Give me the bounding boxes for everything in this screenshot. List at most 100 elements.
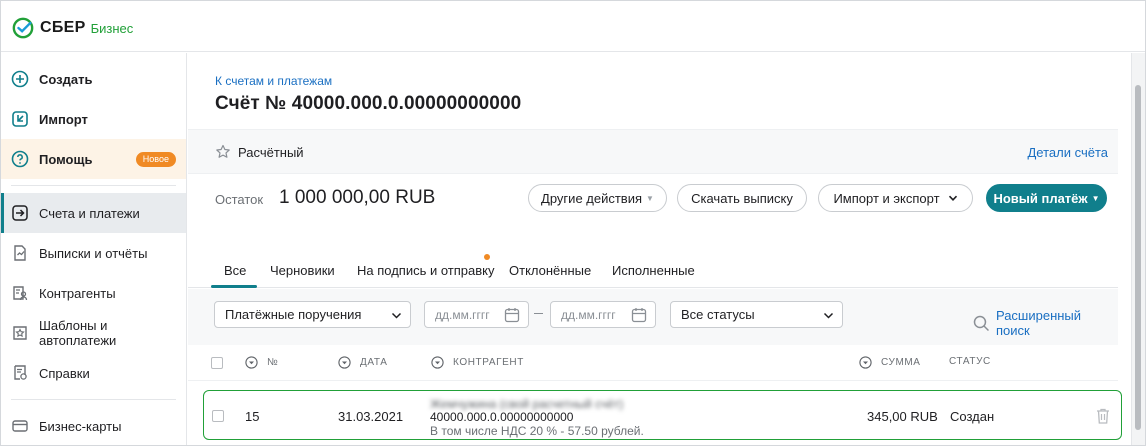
calendar-icon[interactable] — [631, 307, 647, 323]
chevron-down-icon — [948, 195, 957, 201]
balance-label: Остаток — [215, 192, 264, 207]
row-counterparty-name: Жемчужина (свой расчетный счёт) — [430, 397, 624, 411]
sidebar-item-label: Помощь — [39, 151, 93, 167]
sidebar-item-help[interactable]: Помощь Новое — [1, 139, 186, 179]
filters-bar: Платёжные поручения дд.мм.гггг дд.мм.ггг… — [188, 289, 1118, 345]
column-amount-label: СУММА — [881, 357, 921, 368]
sidebar-divider — [11, 185, 176, 186]
row-checkbox[interactable] — [212, 410, 224, 422]
contractor-icon — [11, 284, 29, 302]
table-header: № ДАТА КОНТРАГЕНТ СУММА СТАТУС — [188, 345, 1118, 381]
import-export-label: Импорт и экспорт — [833, 190, 940, 206]
breadcrumb-back-link[interactable]: К счетам и платежам — [215, 74, 332, 88]
tab-rejected[interactable]: Отклонённые — [509, 263, 591, 278]
sidebar-item-business-cards[interactable]: Бизнес-карты — [1, 406, 186, 445]
status-select[interactable]: Все статусы — [670, 301, 843, 328]
download-statement-button[interactable]: Скачать выписку — [677, 184, 807, 212]
other-actions-button[interactable]: Другие действия ▼ — [528, 184, 667, 212]
new-payment-button[interactable]: Новый платёж ▼ — [986, 184, 1107, 212]
account-type: Расчётный — [238, 145, 304, 160]
sidebar-item-label: Импорт — [39, 111, 88, 127]
sidebar-item-statements[interactable]: Выписки и отчёты — [1, 233, 186, 273]
doc-type-select[interactable]: Платёжные поручения — [214, 301, 411, 328]
card-icon — [11, 417, 29, 435]
row-amount: 345,00 RUB — [867, 409, 938, 424]
chevron-down-icon — [391, 312, 402, 319]
column-counterparty[interactable]: КОНТРАГЕНТ — [431, 356, 524, 369]
template-icon — [11, 324, 29, 342]
import-export-button[interactable]: Импорт и экспорт — [818, 184, 973, 212]
sidebar-item-create[interactable]: Создать — [1, 59, 186, 99]
sidebar-item-accounts[interactable]: Счета и платежи — [1, 193, 186, 233]
sidebar-item-label: Шаблоны и автоплатежи — [39, 318, 117, 348]
import-icon — [11, 110, 29, 128]
sidebar-divider — [11, 399, 176, 400]
calendar-icon[interactable] — [504, 307, 520, 323]
advanced-search-link[interactable]: Расширенный поиск — [973, 308, 1118, 338]
table-row[interactable]: 15 31.03.2021 Жемчужина (свой расчетный … — [203, 390, 1122, 440]
date-from-placeholder: дд.мм.гггг — [435, 307, 490, 322]
sidebar-item-label: Контрагенты — [39, 285, 116, 301]
column-num-label: № — [267, 357, 279, 368]
sort-icon — [338, 356, 351, 369]
main-content: К счетам и платежам Счёт № 40000.000.0.0… — [188, 53, 1118, 445]
date-range-dash — [534, 313, 543, 314]
tab-drafts[interactable]: Черновики — [270, 263, 335, 278]
column-status: СТАТУС — [949, 356, 991, 367]
sidebar-item-import[interactable]: Импорт — [1, 99, 186, 139]
chevron-down-icon — [823, 312, 834, 319]
tab-executed[interactable]: Исполненные — [612, 263, 695, 278]
date-from-input[interactable]: дд.мм.гггг — [424, 301, 529, 328]
sort-icon — [859, 356, 872, 369]
status-value: Все статусы — [681, 307, 755, 322]
sort-icon — [431, 356, 444, 369]
payment-tabs: Все Черновики На подпись и отправку Откл… — [188, 254, 1118, 288]
star-icon[interactable] — [215, 144, 231, 160]
notification-dot — [484, 254, 490, 260]
row-vat-note: В том числе НДС 20 % - 57.50 рублей. — [430, 424, 644, 438]
row-date: 31.03.2021 — [338, 409, 404, 424]
other-actions-label: Другие действия — [541, 190, 643, 206]
sidebar-item-label: Выписки и отчёты — [39, 245, 148, 261]
sidebar-item-label: Создать — [39, 71, 93, 87]
statement-icon — [11, 244, 29, 262]
top-bar: СБЕР Бизнес — [1, 1, 1145, 52]
sort-icon — [245, 356, 258, 369]
sidebar-item-contractors[interactable]: Контрагенты — [1, 273, 186, 313]
tab-all[interactable]: Все — [224, 263, 246, 278]
account-info-row: Расчётный Детали счёта — [188, 129, 1118, 174]
sidebar: Создать Импорт Помощь Новое Счета и плат… — [1, 53, 187, 445]
sidebar-item-templates[interactable]: Шаблоны и автоплатежи — [1, 313, 186, 353]
new-payment-label: Новый платёж — [993, 190, 1088, 206]
app-window: СБЕР Бизнес Создать Импорт Помощь Новое — [0, 0, 1146, 446]
account-details-link[interactable]: Детали счёта — [1028, 145, 1109, 160]
sidebar-item-label: Счета и платежи — [39, 205, 140, 221]
sidebar-item-certificates[interactable]: Справки — [1, 353, 186, 393]
column-counterparty-label: КОНТРАГЕНТ — [453, 357, 524, 368]
column-num[interactable]: № — [245, 356, 278, 369]
download-statement-label: Скачать выписку — [691, 190, 793, 206]
trash-icon[interactable] — [1095, 407, 1111, 425]
column-date-label: ДАТА — [360, 357, 388, 368]
new-badge: Новое — [135, 152, 176, 167]
column-status-label: СТАТУС — [949, 356, 991, 367]
question-circle-icon — [11, 150, 29, 168]
tab-to-sign[interactable]: На подпись и отправку — [357, 263, 495, 278]
advanced-search-label: Расширенный поиск — [995, 308, 1082, 338]
active-tab-indicator — [211, 285, 257, 288]
column-date[interactable]: ДАТА — [338, 356, 388, 369]
row-status: Создан — [950, 409, 995, 424]
sidebar-item-label: Справки — [39, 365, 90, 381]
brand-logo[interactable]: СБЕР Бизнес — [12, 17, 133, 39]
caret-down-icon: ▼ — [1091, 193, 1100, 203]
date-to-input[interactable]: дд.мм.гггг — [550, 301, 656, 328]
column-amount[interactable]: СУММА — [859, 356, 921, 369]
doc-type-value: Платёжные поручения — [225, 307, 362, 322]
scrollbar-thumb[interactable] — [1135, 85, 1141, 430]
certificate-icon — [11, 364, 29, 382]
row-num: 15 — [245, 409, 260, 424]
search-icon — [973, 315, 989, 331]
brand-sub: Бизнес — [90, 20, 134, 36]
select-all-checkbox[interactable] — [211, 357, 223, 369]
date-to-placeholder: дд.мм.гггг — [561, 307, 616, 322]
